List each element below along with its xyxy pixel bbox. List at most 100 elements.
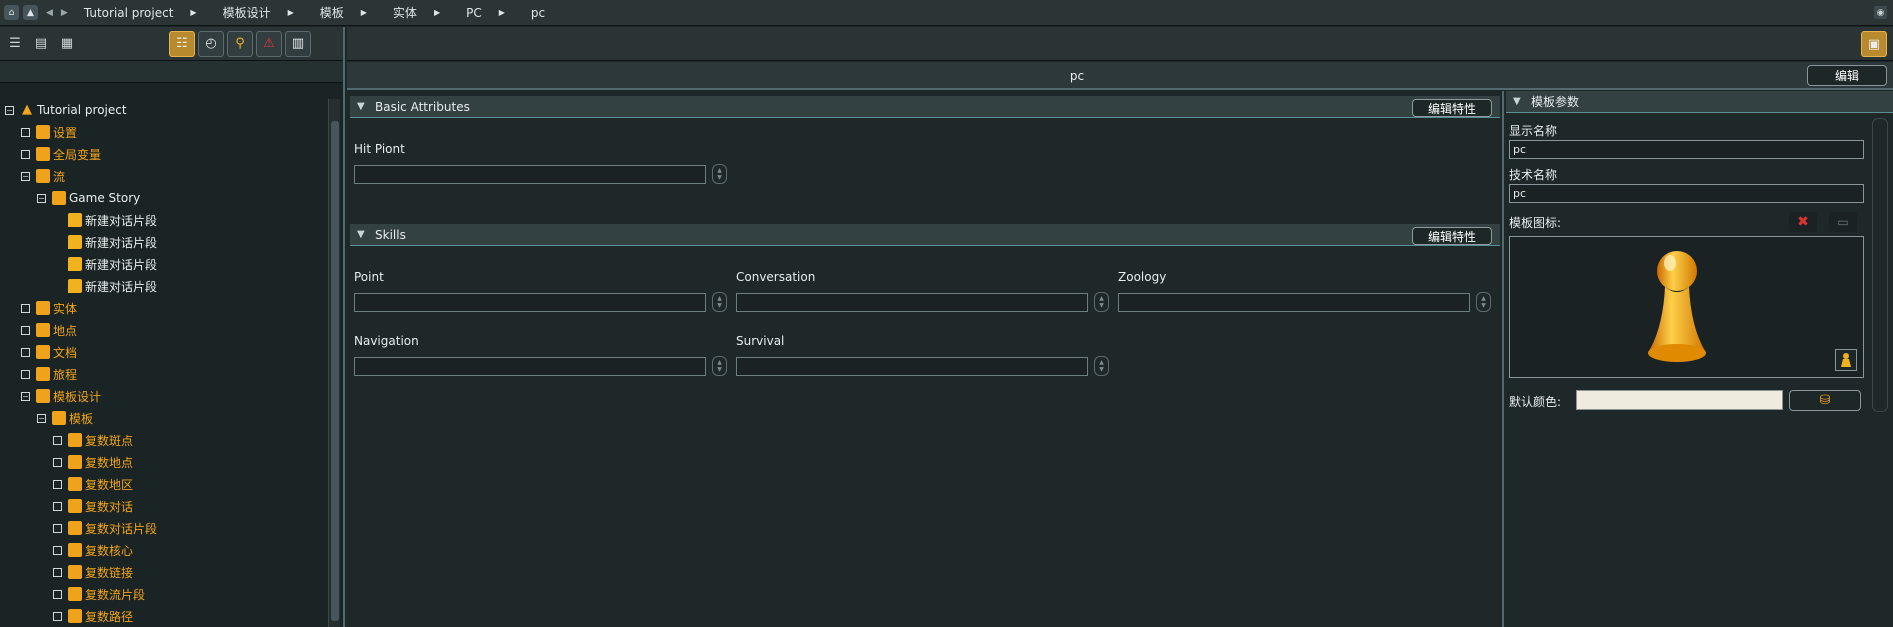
expand-toggle-icon[interactable] [21, 127, 30, 137]
scrollbar-thumb[interactable] [331, 121, 339, 621]
forward-icon[interactable]: ▶ [61, 8, 68, 18]
expand-toggle-icon[interactable] [21, 303, 30, 313]
point-spinner[interactable]: ▲ ▼ [712, 292, 727, 312]
expand-toggle-icon[interactable] [21, 369, 30, 379]
collapse-toggle-icon[interactable]: − [37, 413, 46, 423]
tech-name-field[interactable]: pc [1509, 184, 1864, 203]
tree-item[interactable]: 复数斑点 [0, 429, 326, 451]
hit-point-input[interactable] [354, 165, 706, 184]
tree-item[interactable]: 地点 [0, 319, 326, 341]
tree-item[interactable]: 复数地点 [0, 451, 326, 473]
breadcrumb-item[interactable]: 模板 [320, 4, 344, 21]
delete-icon[interactable]: ✖ [1789, 212, 1817, 232]
chevron-right-icon: ▶ [287, 8, 294, 17]
basic-attributes-header[interactable]: ▼ Basic Attributes 编辑特性 [350, 96, 1500, 118]
chevron-down-icon[interactable]: ▼ [1513, 96, 1525, 107]
expand-toggle-icon[interactable] [53, 479, 62, 489]
tree-item[interactable]: − 模板 [0, 407, 326, 429]
survival-input[interactable] [736, 357, 1088, 376]
template-params-header[interactable]: ▼ 模板参数 [1506, 91, 1893, 113]
survival-spinner[interactable]: ▲ ▼ [1094, 356, 1109, 376]
properties-icon[interactable]: ▣ [1861, 31, 1887, 57]
tree-item[interactable]: 复数核心 [0, 539, 326, 561]
tree-item[interactable]: 设置 [0, 121, 326, 143]
edit-button[interactable]: 编辑 [1807, 65, 1887, 86]
tree-item[interactable]: − 模板设计 [0, 385, 326, 407]
breadcrumb-item[interactable]: PC [466, 6, 482, 20]
expand-icon[interactable]: ▦ [56, 33, 78, 55]
tree-item[interactable]: 旅程 [0, 363, 326, 385]
display-name-field[interactable]: pc [1509, 140, 1864, 159]
expand-toggle-icon[interactable] [21, 347, 30, 357]
expand-toggle-icon[interactable] [53, 501, 62, 511]
notes-icon[interactable]: ▥ [285, 30, 311, 57]
import-icon[interactable]: ▭ [1829, 212, 1857, 232]
tree-view-icon[interactable]: ☷ [169, 30, 195, 57]
default-color-swatch[interactable] [1576, 390, 1783, 410]
tree-item[interactable]: − Game Story [0, 187, 326, 209]
navigation-input[interactable] [354, 357, 706, 376]
conversation-spinner[interactable]: ▲ ▼ [1094, 292, 1109, 312]
breadcrumb-item[interactable]: pc [531, 6, 545, 20]
breadcrumb-item[interactable]: 模板设计 [223, 4, 271, 21]
expand-toggle-icon[interactable] [53, 435, 62, 445]
expand-toggle-icon[interactable] [53, 567, 62, 577]
tree-item[interactable]: 新建对话片段 [0, 209, 326, 231]
collapse-toggle-icon[interactable]: − [21, 391, 30, 401]
expand-toggle-icon[interactable] [21, 149, 30, 159]
section-title: Skills [375, 227, 406, 242]
section-title: 模板参数 [1531, 95, 1580, 109]
list-view-icon[interactable]: ☰ [4, 33, 26, 55]
expand-toggle-icon[interactable] [53, 611, 62, 621]
tree-item[interactable]: 复数地区 [0, 473, 326, 495]
tree-item[interactable]: − 流 [0, 165, 326, 187]
back-icon[interactable]: ◀ [46, 8, 53, 18]
point-input[interactable] [354, 293, 706, 312]
conversation-input[interactable] [736, 293, 1088, 312]
tree-item[interactable]: 全局变量 [0, 143, 326, 165]
zoology-input[interactable] [1118, 293, 1470, 312]
pawn-icon [1648, 251, 1706, 362]
rss-icon[interactable]: ◉ [1874, 6, 1887, 19]
navigation-spinner[interactable]: ▲ ▼ [712, 356, 727, 376]
tree-item[interactable]: 新建对话片段 [0, 231, 326, 253]
collapse-icon[interactable]: ▤ [30, 33, 52, 55]
breadcrumb-item[interactable]: Tutorial project [84, 6, 174, 20]
tree-item[interactable]: 复数流片段 [0, 583, 326, 605]
tree-item-label: 流 [53, 169, 66, 184]
chevron-down-icon[interactable]: ▼ [357, 101, 369, 112]
expand-toggle-icon[interactable] [53, 523, 62, 533]
tree-item[interactable]: 新建对话片段 [0, 275, 326, 297]
skills-header[interactable]: ▼ Skills 编辑特性 [350, 224, 1500, 246]
collapse-toggle-icon[interactable]: − [5, 105, 14, 115]
expand-toggle-icon[interactable] [53, 457, 62, 467]
tree-item[interactable]: 复数路径 [0, 605, 326, 627]
history-icon[interactable]: ◴ [198, 30, 224, 57]
tree-scrollbar[interactable] [328, 99, 340, 627]
chevron-down-icon[interactable]: ▼ [357, 229, 369, 240]
home-icon[interactable]: ⌂ [4, 5, 19, 20]
change-icon-button[interactable] [1835, 349, 1857, 371]
tree-item[interactable]: 复数链接 [0, 561, 326, 583]
params-scrollbar[interactable] [1872, 118, 1888, 412]
collapse-toggle-icon[interactable]: − [21, 171, 30, 181]
expand-toggle-icon[interactable] [53, 545, 62, 555]
warning-icon[interactable]: ⚠ [256, 30, 282, 57]
search-icon[interactable]: ⚲ [227, 30, 253, 57]
collapse-toggle-icon[interactable]: − [37, 193, 46, 203]
hit-point-spinner[interactable]: ▲ ▼ [712, 164, 727, 184]
tree-item[interactable]: 复数对话 [0, 495, 326, 517]
edit-properties-button[interactable]: 编辑特性 [1412, 227, 1492, 245]
tree-item[interactable]: − ▲ Tutorial project [0, 99, 326, 121]
zoology-spinner[interactable]: ▲ ▼ [1476, 292, 1491, 312]
edit-properties-button[interactable]: 编辑特性 [1412, 99, 1492, 117]
up-icon[interactable]: ▲ [23, 5, 38, 20]
tree-item[interactable]: 复数对话片段 [0, 517, 326, 539]
expand-toggle-icon[interactable] [53, 589, 62, 599]
breadcrumb-item[interactable]: 实体 [393, 4, 417, 21]
expand-toggle-icon[interactable] [21, 325, 30, 335]
tree-item[interactable]: 文档 [0, 341, 326, 363]
tree-item[interactable]: 新建对话片段 [0, 253, 326, 275]
color-picker-button[interactable]: ⛁ [1789, 390, 1861, 411]
tree-item[interactable]: 实体 [0, 297, 326, 319]
